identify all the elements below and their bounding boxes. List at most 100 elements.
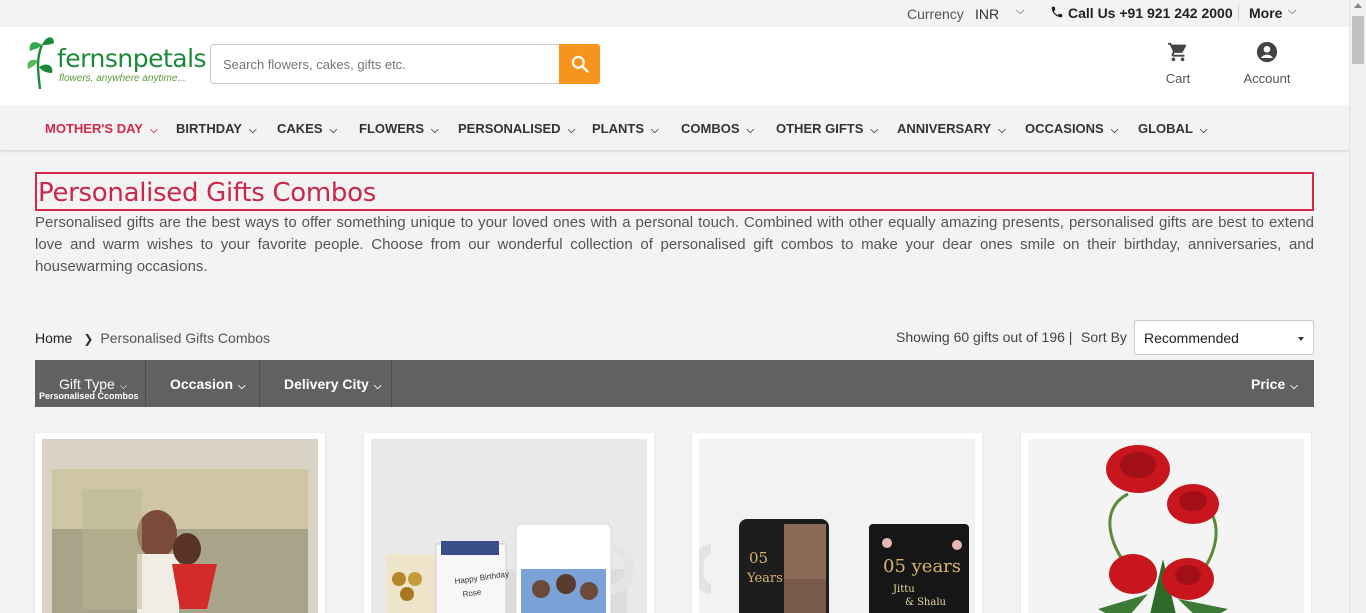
chevron-down-icon: ⌵ [567, 125, 576, 136]
chevron-down-icon: ⌵ [238, 381, 246, 392]
product-image-cushion[interactable] [42, 439, 318, 613]
sort-label: Sort By [1081, 329, 1127, 345]
nav-item-flowers[interactable]: FLOWERS ⌵ [359, 121, 439, 136]
account-icon [1256, 41, 1278, 63]
search-icon [571, 55, 589, 73]
caret-down-icon [1298, 337, 1304, 341]
nav-item-other-gifts[interactable]: OTHER GIFTS ⌵ [776, 121, 878, 136]
filter-selected-value: Personalised Ccombos [39, 391, 139, 401]
call-us-link[interactable]: Call Us +91 921 242 2000 [1068, 5, 1233, 21]
nav-item-label: GLOBAL [1138, 121, 1193, 136]
nav-item-label: MOTHER'S DAY [45, 121, 143, 136]
chevron-down-icon: ⌵ [431, 125, 439, 136]
page-title: Personalised Gifts Combos [38, 178, 376, 208]
frame-text: & Shalu [905, 597, 947, 608]
product-card[interactable]: Happy Birthday Rose [364, 433, 654, 613]
scroll-up-arrow-icon[interactable] [1354, 3, 1362, 8]
chevron-down-icon: ⌵ [329, 125, 338, 136]
mug-combo-photo-image: Happy Birthday Rose [371, 439, 647, 613]
chevron-down-icon: ⌵ [1290, 381, 1298, 392]
chevron-down-icon: ⌵ [746, 125, 755, 136]
breadcrumb-current: Personalised Gifts Combos [100, 330, 271, 346]
mug-text: 05 [749, 549, 768, 567]
nav-item-label: OCCASIONS [1025, 121, 1104, 136]
product-image-mug-combo[interactable]: Happy Birthday Rose [371, 439, 647, 613]
breadcrumb: Home ❯ Personalised Gifts Combos [35, 330, 270, 346]
utility-bar: Currency INR ⌵ Call Us +91 921 242 2000 … [0, 0, 1349, 27]
account-label: Account [1243, 71, 1291, 86]
page-scrollbar[interactable] [1349, 0, 1366, 613]
nav-item-occasions[interactable]: OCCASIONS ⌵ [1025, 121, 1118, 136]
chevron-down-icon[interactable]: ⌵ [1016, 5, 1024, 18]
product-card[interactable] [1021, 433, 1311, 613]
chevron-down-icon: ⌵ [870, 125, 878, 136]
sort-dropdown[interactable]: Recommended [1134, 320, 1314, 355]
cart-button[interactable]: Cart [1160, 41, 1196, 86]
filter-bar: Gift Type ⌵ Personalised Ccombos Occasion… [35, 360, 1314, 407]
chevron-down-icon[interactable]: ⌵ [1288, 5, 1296, 18]
currency-label: Currency [907, 6, 964, 22]
filter-delivery-city[interactable]: Delivery City ⌵ [260, 360, 392, 407]
nav-item-label: BIRTHDAY [176, 121, 242, 136]
scrollbar-thumb[interactable] [1352, 16, 1364, 64]
account-button[interactable]: Account [1236, 41, 1298, 86]
filter-label: Gift Type [59, 376, 115, 392]
breadcrumb-home-link[interactable]: Home [35, 330, 72, 346]
brand-logo[interactable]: fernsnpetals flowers, anywhere anytime..… [24, 31, 207, 91]
logo-wordmark: fernsnpetals [57, 44, 207, 73]
filter-occasion[interactable]: Occasion ⌵ [146, 360, 260, 407]
nav-item-personalised[interactable]: PERSONALISED ⌵ [458, 121, 575, 136]
site-header: fernsnpetals flowers, anywhere anytime..… [0, 27, 1349, 105]
product-image-anniversary-combo[interactable]: 05 Years 05 years Jittu & Shalu [699, 439, 975, 613]
nav-item-cakes[interactable]: CAKES ⌵ [277, 121, 337, 136]
main-nav: MOTHER'S DAY ⌵ BIRTHDAY ⌵ CAKES ⌵ FLOWERS ⌵ … [0, 105, 1349, 151]
nav-item-plants[interactable]: PLANTS ⌵ [592, 121, 659, 136]
filter-price[interactable]: Price ⌵ [1234, 360, 1314, 407]
nav-item-combos[interactable]: COMBOS ⌵ [681, 121, 754, 136]
nav-item-label: ANNIVERSARY [897, 121, 992, 136]
results-count: Showing 60 gifts out of 196 | [896, 329, 1073, 345]
phone-icon [1051, 6, 1063, 18]
divider [1238, 5, 1239, 21]
sort-selected-value: Recommended [1144, 330, 1239, 346]
logo-tagline: flowers, anywhere anytime... [59, 73, 186, 84]
anniversary-combo-photo-image: 05 Years 05 years Jittu & Shalu [699, 439, 975, 613]
filter-label: Delivery City [284, 376, 369, 392]
chevron-down-icon: ⌵ [1199, 125, 1208, 136]
nav-item-label: PLANTS [592, 121, 644, 136]
filter-label: Price [1251, 376, 1286, 392]
chevron-down-icon: ⌵ [149, 125, 158, 136]
page-title-box: Personalised Gifts Combos [35, 172, 1314, 211]
chevron-down-icon: ⌵ [373, 381, 382, 392]
nav-item-label: COMBOS [681, 121, 740, 136]
nav-item-label: OTHER GIFTS [776, 121, 864, 136]
chevron-right-icon: ❯ [83, 332, 94, 346]
nav-item-global[interactable]: GLOBAL ⌵ [1138, 121, 1207, 136]
product-card[interactable] [35, 433, 325, 613]
chevron-down-icon: ⌵ [651, 125, 659, 136]
filter-label: Occasion [170, 376, 234, 392]
search-input[interactable] [210, 44, 559, 84]
chevron-down-icon: ⌵ [248, 125, 257, 136]
nav-item-label: CAKES [277, 121, 323, 136]
chevron-down-icon: ⌵ [998, 125, 1006, 136]
cart-icon [1167, 42, 1187, 62]
more-menu[interactable]: More [1249, 5, 1282, 21]
filter-gift-type[interactable]: Gift Type ⌵ Personalised Ccombos [35, 360, 146, 407]
currency-selector[interactable]: INR [975, 6, 999, 22]
leaf-logo-icon [27, 37, 54, 90]
cart-label: Cart [1165, 71, 1191, 86]
page-description: Personalised gifts are the best ways to … [35, 214, 1314, 275]
cushion-photo-image [42, 439, 318, 613]
nav-item-label: PERSONALISED [458, 121, 561, 136]
nav-item-anniversary[interactable]: ANNIVERSARY ⌵ [897, 121, 1006, 136]
frame-text: Jittu [892, 584, 915, 595]
search-button[interactable] [559, 44, 600, 84]
product-card[interactable]: 05 Years 05 years Jittu & Shalu [692, 433, 982, 613]
chevron-down-icon: ⌵ [1110, 125, 1119, 136]
nav-item-birthday[interactable]: BIRTHDAY ⌵ [176, 121, 257, 136]
rose-arrangement-photo-image [1028, 439, 1304, 613]
nav-item-label: FLOWERS [359, 121, 424, 136]
product-image-roses[interactable] [1028, 439, 1304, 613]
nav-item-mothers-day[interactable]: MOTHER'S DAY ⌵ [45, 121, 158, 136]
